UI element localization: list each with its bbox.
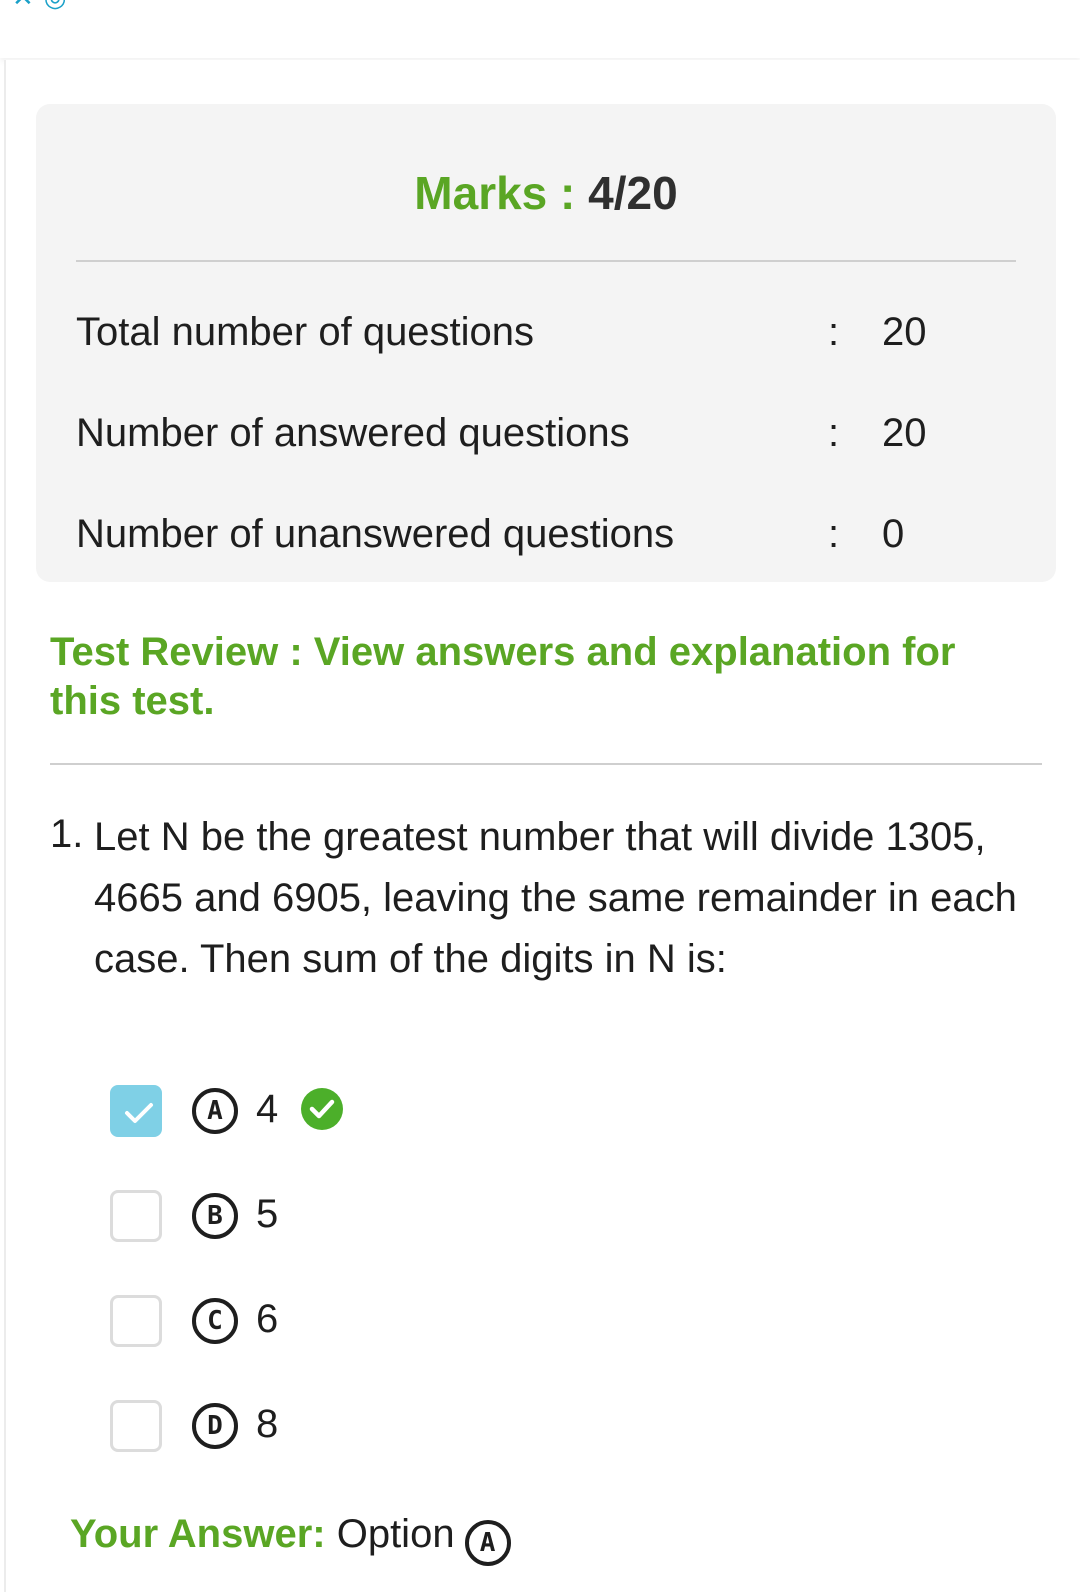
option-checkbox[interactable] [110, 1295, 162, 1347]
option-checkbox[interactable] [110, 1190, 162, 1242]
stat-label: Total number of questions [76, 310, 535, 354]
option-value: 4 [256, 1087, 279, 1131]
option-checkbox-checked[interactable] [110, 1085, 162, 1137]
section-divider [50, 763, 1042, 765]
stat-colon: : [828, 310, 840, 354]
option-value: 5 [256, 1192, 279, 1236]
result-page: Marks : 4/20 Total number of questions :… [4, 60, 1080, 1592]
option-value: 6 [256, 1297, 279, 1341]
info-icon[interactable]: ◎ [44, 0, 67, 13]
stat-total-questions: Total number of questions : 20 [76, 310, 1016, 360]
option-letter-badge: A [192, 1088, 238, 1134]
score-summary-card: Marks : 4/20 Total number of questions :… [36, 104, 1056, 582]
option-d[interactable]: D 8 [110, 1400, 510, 1458]
summary-divider [76, 260, 1016, 262]
stat-answered-questions: Number of answered questions : 20 [76, 411, 1016, 461]
correct-check-circle-icon [301, 1088, 343, 1130]
option-b[interactable]: B 5 [110, 1190, 510, 1248]
your-answer-label: Your Answer: [70, 1512, 326, 1556]
top-app-bar: ✕ ◎ [0, 0, 1080, 58]
your-answer-letter-badge: A [464, 1520, 511, 1566]
marks-value: 4/20 [588, 167, 678, 219]
stat-colon: : [828, 411, 840, 455]
option-letter-badge: D [192, 1403, 238, 1449]
your-answer: Your Answer: Option A [70, 1512, 511, 1566]
option-letter-badge: B [192, 1193, 238, 1239]
close-icon[interactable]: ✕ [12, 0, 34, 13]
question-text: Let N be the greatest number that will d… [94, 815, 1017, 981]
test-review-link[interactable]: Test Review : View answers and explanati… [50, 628, 1030, 726]
option-letter-badge: C [192, 1298, 238, 1344]
checkmark-icon [125, 1103, 153, 1123]
option-checkbox[interactable] [110, 1400, 162, 1452]
question-number: 1. [50, 812, 84, 856]
stat-label: Number of answered questions [76, 411, 630, 455]
topbar-icons: ✕ ◎ [12, 0, 66, 13]
option-c[interactable]: C 6 [110, 1295, 510, 1353]
marks-heading: Marks : 4/20 [36, 166, 1056, 220]
stat-label: Number of unanswered questions [76, 512, 675, 556]
stat-value: 20 [882, 411, 927, 455]
stat-value: 0 [882, 512, 905, 556]
stat-unanswered-questions: Number of unanswered questions : 0 [76, 512, 1016, 562]
stat-colon: : [828, 512, 840, 556]
marks-label: Marks : [414, 167, 589, 219]
option-value: 8 [256, 1402, 279, 1446]
your-answer-text: Option [325, 1512, 455, 1556]
option-a[interactable]: A 4 [110, 1085, 510, 1143]
stat-value: 20 [882, 310, 927, 354]
